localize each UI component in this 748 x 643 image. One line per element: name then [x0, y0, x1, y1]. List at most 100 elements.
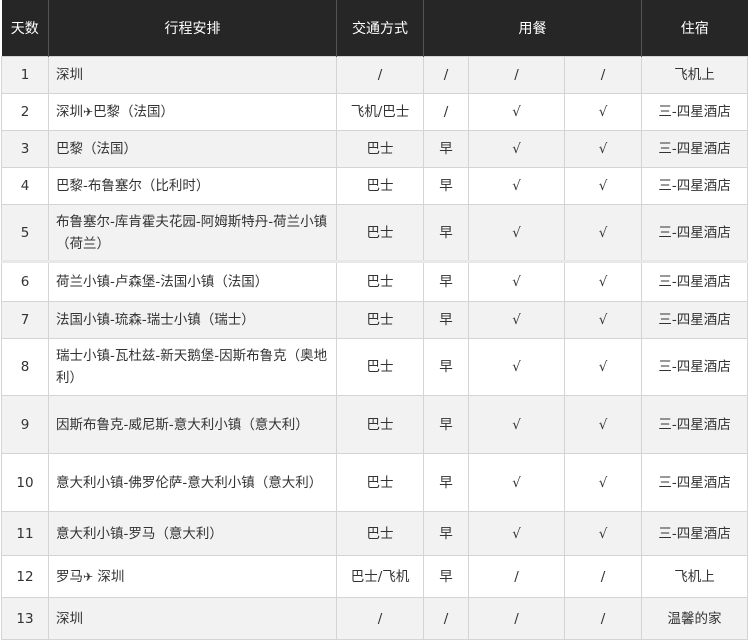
transport-cell: 巴士 [336, 453, 424, 512]
table-row: 4 巴黎-布鲁塞尔（比利时） 巴士 早 √ √ 三-四星酒店 [1, 167, 748, 205]
transport-cell: / [336, 56, 424, 94]
route-cell: 布鲁塞尔-库肯霍夫花园-阿姆斯特丹-荷兰小镇（荷兰） [48, 204, 337, 262]
airplane-icon: ✈ [83, 569, 94, 584]
transport-cell: 巴士 [336, 338, 424, 396]
day-cell: 6 [1, 260, 49, 302]
meal-cell: √ [468, 204, 565, 262]
meal-cell: √ [563, 511, 643, 556]
meal-cell: √ [468, 260, 565, 302]
route-cell: 法国小镇-琉森-瑞士小镇（瑞士） [48, 301, 337, 339]
hotel-cell: 三-四星酒店 [641, 130, 748, 168]
table-row: 6 荷兰小镇-卢森堡-法国小镇（法国） 巴士 早 √ √ 三-四星酒店 [1, 260, 748, 302]
airplane-icon: ✈ [83, 105, 94, 119]
day-cell: 8 [1, 338, 49, 396]
transport-cell: 巴士 [336, 260, 424, 302]
meal-cell: 早 [423, 453, 469, 512]
route-cell: 巴黎（法国） [48, 130, 337, 168]
route-cell: 罗马✈ 深圳 [48, 555, 337, 598]
route-cell: 荷兰小镇-卢森堡-法国小镇（法国） [48, 260, 337, 302]
hotel-cell: 三-四星酒店 [641, 395, 748, 454]
transport-cell: 巴士 [336, 301, 424, 339]
day-cell: 3 [1, 130, 49, 168]
transport-cell: 飞机/巴士 [336, 93, 424, 131]
table-row: 8 瑞士小镇-瓦杜兹-新天鹅堡-因斯布鲁克（奥地利） 巴士 早 √ √ 三-四星… [1, 338, 748, 396]
meal-cell: √ [563, 204, 643, 262]
day-cell: 13 [1, 597, 49, 640]
day-cell: 7 [1, 301, 49, 339]
day-cell: 5 [1, 204, 49, 262]
transport-cell: 巴士 [336, 130, 424, 168]
hotel-cell: 三-四星酒店 [641, 511, 748, 556]
table-row: 1 深圳 / / / / 飞机上 [1, 56, 748, 94]
hotel-cell: 温馨的家 [641, 597, 748, 640]
meal-cell: / [468, 597, 565, 640]
table-row: 5 布鲁塞尔-库肯霍夫花园-阿姆斯特丹-荷兰小镇（荷兰） 巴士 早 √ √ 三-… [1, 204, 748, 262]
route-cell: 深圳 [48, 56, 337, 94]
day-cell: 2 [1, 93, 49, 131]
day-cell: 12 [1, 555, 49, 598]
transport-cell: 巴士 [336, 395, 424, 454]
meal-cell: 早 [423, 511, 469, 556]
meal-cell: √ [563, 167, 643, 205]
route-origin: 罗马 [56, 568, 83, 585]
meal-cell: 早 [423, 301, 469, 339]
hotel-cell: 飞机上 [641, 56, 748, 94]
meal-cell: √ [468, 511, 565, 556]
route-destination: 巴黎（法国） [93, 104, 175, 120]
hotel-cell: 飞机上 [641, 555, 748, 598]
meal-cell: √ [563, 453, 643, 512]
meal-cell: √ [563, 93, 643, 131]
route-cell: 意大利小镇-罗马（意大利） [48, 511, 337, 556]
header-day: 天数 [1, 0, 49, 57]
route-cell: 意大利小镇-佛罗伦萨-意大利小镇（意大利） [48, 453, 337, 512]
meal-cell: √ [468, 167, 565, 205]
route-cell: 深圳✈巴黎（法国） [48, 93, 337, 131]
table-row: 13 深圳 / / / / 温馨的家 [1, 597, 748, 640]
meal-cell: √ [563, 301, 643, 339]
table-row: 12 罗马✈ 深圳 巴士/飞机 早 / / 飞机上 [1, 555, 748, 598]
hotel-cell: 三-四星酒店 [641, 167, 748, 205]
meal-cell: 早 [423, 555, 469, 598]
day-cell: 11 [1, 511, 49, 556]
route-cell: 巴黎-布鲁塞尔（比利时） [48, 167, 337, 205]
transport-cell: 巴士/飞机 [336, 555, 424, 598]
header-meals: 用餐 [423, 0, 643, 57]
header-hotel: 住宿 [641, 0, 748, 57]
table-row: 3 巴黎（法国） 巴士 早 √ √ 三-四星酒店 [1, 130, 748, 168]
itinerary-table: 天数 行程安排 交通方式 用餐 住宿 1 深圳 / / / / 飞机上 2 深圳… [1, 0, 748, 640]
transport-cell: 巴士 [336, 167, 424, 205]
meal-cell: √ [468, 453, 565, 512]
meal-cell: √ [563, 338, 643, 396]
meal-cell: / [468, 555, 565, 598]
transport-cell: 巴士 [336, 511, 424, 556]
hotel-cell: 三-四星酒店 [641, 260, 748, 302]
table-row: 7 法国小镇-琉森-瑞士小镇（瑞士） 巴士 早 √ √ 三-四星酒店 [1, 301, 748, 339]
meal-cell: / [423, 597, 469, 640]
route-origin: 深圳 [56, 104, 83, 120]
hotel-cell: 三-四星酒店 [641, 453, 748, 512]
route-cell: 瑞士小镇-瓦杜兹-新天鹅堡-因斯布鲁克（奥地利） [48, 338, 337, 396]
meal-cell: √ [468, 395, 565, 454]
transport-cell: 巴士 [336, 204, 424, 262]
day-cell: 9 [1, 395, 49, 454]
route-cell: 因斯布鲁克-威尼斯-意大利小镇（意大利） [48, 395, 337, 454]
meal-cell: / [563, 555, 643, 598]
day-cell: 1 [1, 56, 49, 94]
header-transport: 交通方式 [336, 0, 424, 57]
table-row: 2 深圳✈巴黎（法国） 飞机/巴士 / √ √ 三-四星酒店 [1, 93, 748, 131]
meal-cell: 早 [423, 167, 469, 205]
meal-cell: √ [468, 338, 565, 396]
table-row: 11 意大利小镇-罗马（意大利） 巴士 早 √ √ 三-四星酒店 [1, 511, 748, 556]
header-row: 天数 行程安排 交通方式 用餐 住宿 [1, 0, 748, 57]
meal-cell: √ [563, 130, 643, 168]
transport-cell: / [336, 597, 424, 640]
meal-cell: / [563, 597, 643, 640]
meal-cell: √ [563, 395, 643, 454]
meal-cell: √ [563, 260, 643, 302]
table-row: 10 意大利小镇-佛罗伦萨-意大利小镇（意大利） 巴士 早 √ √ 三-四星酒店 [1, 453, 748, 512]
route-cell: 深圳 [48, 597, 337, 640]
meal-cell: √ [468, 130, 565, 168]
hotel-cell: 三-四星酒店 [641, 93, 748, 131]
table-row: 9 因斯布鲁克-威尼斯-意大利小镇（意大利） 巴士 早 √ √ 三-四星酒店 [1, 395, 748, 454]
meal-cell: 早 [423, 395, 469, 454]
